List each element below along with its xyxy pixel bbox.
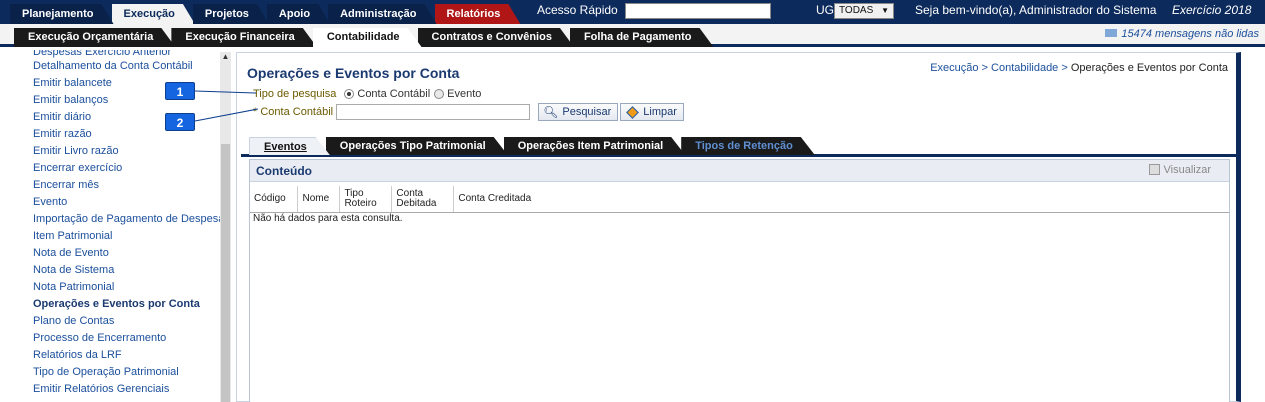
submenu-tab-execucao-orcamentaria[interactable]: Execução Orçamentária (14, 28, 175, 47)
sidebar-item[interactable]: Encerrar exercício (33, 160, 230, 177)
submenu-tab-execucao-financeira[interactable]: Execução Financeira (171, 28, 316, 47)
account-input[interactable] (336, 104, 531, 120)
sidebar-item-despesas-exercicio-anterior[interactable]: Despesas Exercício Anterior (33, 50, 230, 58)
view-button[interactable]: Visualizar (1148, 164, 1212, 176)
menu-tab-planejamento[interactable]: Planejamento (10, 4, 114, 24)
document-icon (1148, 164, 1160, 175)
breadcrumb-current: Operações e Eventos por Conta (1070, 62, 1228, 74)
sidebar-item[interactable]: Processo de Encerramento (33, 330, 230, 347)
callout-badge-1: 1 (165, 82, 195, 100)
unread-messages-text: 15474 mensagens não lidas (1121, 28, 1259, 40)
account-label: * Conta Contábil (253, 106, 333, 118)
sub-menu-bar: Execução Orçamentária Execução Financeir… (0, 24, 1265, 47)
sidebar-item[interactable]: Emitir balanços (33, 92, 230, 109)
search-type-row: Tipo de pesquisa Conta Contábil Evento (253, 88, 481, 100)
table-header-row: Código Nome Tipo Roteiro Conta Debitada … (250, 186, 1229, 213)
sidebar-item[interactable]: Nota Patrimonial (33, 279, 230, 296)
sidebar-scrollbar[interactable]: ▲ (220, 52, 231, 402)
account-label-text: Conta Contábil (260, 106, 334, 118)
sidebar-item[interactable]: Nota de Sistema (33, 262, 230, 279)
content-tabs: Eventos Operações Tipo Patrimonial Opera… (249, 137, 811, 155)
radio-evento[interactable] (434, 89, 445, 99)
sidebar-item[interactable]: Detalhamento da Conta Contábil (33, 58, 230, 75)
sidebar-item[interactable]: Plano de Contas (33, 313, 230, 330)
breadcrumb: Execução > Contabilidade > Operações e E… (930, 62, 1228, 74)
unread-messages-link[interactable]: 15474 mensagens não lidas (1105, 28, 1259, 40)
search-button-label: Pesquisar (562, 106, 612, 118)
menu-tab-administracao[interactable]: Administração (328, 4, 436, 24)
table-row: Não há dados para esta consulta. (250, 212, 1229, 225)
content-panel: Conteúdo Visualizar Código Nome Tipo Rot… (249, 159, 1230, 402)
welcome-text: Seja bem-vindo(a), Administrador do Sist… (915, 3, 1157, 17)
column-header[interactable]: Tipo Roteiro (339, 186, 393, 213)
ug-label: UG (816, 3, 834, 17)
content-title: Conteúdo (256, 164, 312, 178)
dropdown-arrow-icon: ▼ (881, 6, 889, 15)
quick-access-label: Acesso Rápido (537, 3, 618, 17)
column-header[interactable]: Código (250, 186, 299, 213)
submenu-tab-folha-pagamento[interactable]: Folha de Pagamento (570, 28, 714, 47)
menu-tab-projetos[interactable]: Projetos (193, 4, 269, 24)
submenu-tab-contratos-convenios[interactable]: Contratos e Convênios (418, 28, 574, 47)
main-menu: Planejamento Execução Projetos Apoio Adm… (10, 4, 518, 24)
top-bar: Planejamento Execução Projetos Apoio Adm… (0, 0, 1265, 24)
sidebar-item[interactable]: Item Patrimonial (33, 228, 230, 245)
column-header[interactable]: Conta Debitada (391, 186, 455, 213)
view-button-label: Visualizar (1163, 164, 1212, 176)
search-button[interactable]: 🔍︎ Pesquisar (538, 103, 619, 121)
tab-tipos-retencao[interactable]: Tipos de Retenção (681, 137, 815, 155)
sidebar-item[interactable]: Relatórios da LRF (33, 347, 230, 364)
column-header[interactable]: Nome (297, 186, 341, 213)
breadcrumb-path[interactable]: Execução > Contabilidade > (930, 62, 1071, 74)
empty-message: Não há dados para esta consulta. (253, 212, 403, 224)
content-header: Conteúdo Visualizar (250, 160, 1229, 182)
results-table: Código Nome Tipo Roteiro Conta Debitada … (250, 186, 1229, 225)
sidebar-item[interactable]: Emitir Relatórios Gerenciais (33, 381, 230, 398)
search-icon: 🔍︎ (543, 105, 559, 119)
sidebar: Despesas Exercício Anterior Detalhamento… (0, 50, 232, 402)
envelope-icon (1105, 29, 1118, 37)
radio-conta-contabil[interactable] (344, 89, 355, 99)
main-panel: Operações e Eventos por Conta Execução >… (236, 52, 1241, 402)
sidebar-item-active[interactable]: Operações e Eventos por Conta (33, 296, 230, 313)
sub-menu: Execução Orçamentária Execução Financeir… (14, 28, 710, 47)
account-row: * Conta Contábil 🔍︎ Pesquisar Limpar (253, 103, 686, 121)
callout-badge-2: 2 (165, 113, 195, 131)
sidebar-item[interactable]: Emitir diário (33, 109, 230, 126)
sidebar-item[interactable]: Importação de Pagamento de Despesas (33, 211, 230, 228)
fiscal-year[interactable]: Exercício 2018 (1172, 3, 1251, 17)
quick-access-input[interactable] (625, 3, 771, 19)
submenu-tab-contabilidade[interactable]: Contabilidade (313, 28, 422, 47)
ug-select[interactable]: TODAS ▼ (834, 3, 894, 19)
tab-eventos[interactable]: Eventos (249, 137, 330, 155)
radio-evento-label[interactable]: Evento (447, 88, 481, 100)
sidebar-item[interactable]: Tipo de Operação Patrimonial (33, 364, 230, 381)
sidebar-item[interactable]: Emitir razão (33, 126, 230, 143)
scrollbar-thumb[interactable] (221, 144, 230, 402)
menu-tab-execucao[interactable]: Execução (112, 4, 195, 24)
search-type-label: Tipo de pesquisa (253, 88, 337, 100)
menu-tab-apoio[interactable]: Apoio (267, 4, 330, 24)
sidebar-item[interactable]: Emitir Livro razão (33, 143, 230, 160)
sidebar-item[interactable]: Emitir balancete (33, 75, 230, 92)
sidebar-item[interactable]: Evento (33, 194, 230, 211)
scroll-up-icon[interactable]: ▲ (220, 52, 231, 64)
sidebar-item[interactable]: Nota de Evento (33, 245, 230, 262)
column-header[interactable]: Conta Creditada (453, 186, 1229, 213)
required-marker: * (253, 106, 258, 118)
tab-operacoes-tipo-patrimonial[interactable]: Operações Tipo Patrimonial (326, 137, 508, 155)
sidebar-item[interactable]: Encerrar mês (33, 177, 230, 194)
radio-conta-contabil-label[interactable]: Conta Contábil (357, 88, 430, 100)
sidebar-list: Despesas Exercício Anterior Detalhamento… (33, 50, 230, 398)
menu-tab-relatorios[interactable]: Relatórios (435, 4, 521, 24)
clear-button-label: Limpar (643, 106, 677, 118)
eraser-icon (626, 105, 640, 119)
tab-operacoes-item-patrimonial[interactable]: Operações Item Patrimonial (504, 137, 686, 155)
page-title: Operações e Eventos por Conta (247, 65, 460, 81)
clear-button[interactable]: Limpar (620, 103, 684, 121)
ug-select-value: TODAS (839, 5, 874, 16)
